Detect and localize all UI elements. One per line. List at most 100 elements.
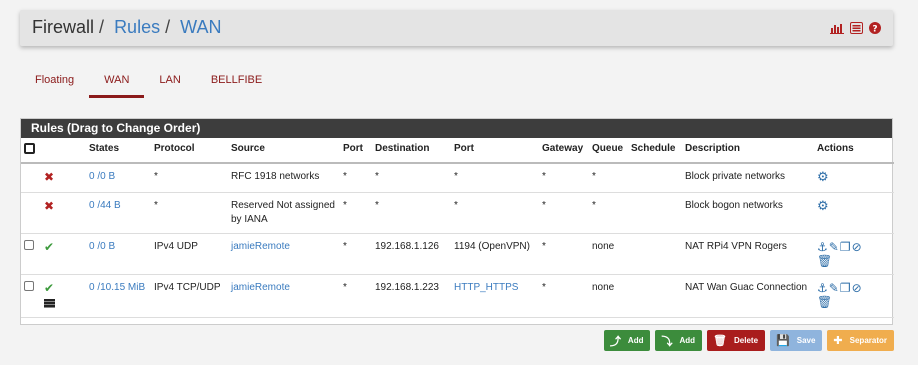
delete-icon[interactable]: 🗑 xyxy=(817,295,833,309)
tab-bellfibe[interactable]: BELLFIBE xyxy=(196,70,277,100)
delete-label: Delete xyxy=(734,336,759,345)
delete-button[interactable]: 🗑 Delete xyxy=(707,330,766,351)
source-header: Source xyxy=(228,138,340,164)
gateway-cell: * xyxy=(539,163,589,193)
schedule-header: Schedule xyxy=(628,138,682,164)
states-link[interactable]: 0 /0 B xyxy=(89,171,115,182)
breadcrumb: Firewall / Rules / WAN xyxy=(32,17,221,38)
breadcrumb-separator: / xyxy=(165,17,171,37)
table-row[interactable]: ✔ 0 /0 B IPv4 UDP jamieRemote * 192.168.… xyxy=(21,233,894,275)
states-link[interactable]: 0 /44 B xyxy=(89,200,121,211)
gear-icon[interactable]: ⚙ xyxy=(817,198,829,213)
source-port-cell: * xyxy=(340,192,372,234)
description-header: Description xyxy=(682,138,814,164)
gateway-cell: * xyxy=(539,192,589,234)
select-all-checkbox[interactable] xyxy=(21,138,41,164)
protocol-cell: IPv4 TCP/UDP xyxy=(151,274,228,318)
status-header xyxy=(41,138,86,164)
row-checkbox[interactable] xyxy=(24,281,34,291)
table-row[interactable]: ✔ 0 /10.15 MiB IPv4 TCP/UDP jamieRemote … xyxy=(21,274,894,318)
description-cell: NAT RPi4 VPN Rogers xyxy=(682,233,814,275)
gateway-header: Gateway xyxy=(539,138,589,164)
separator-button[interactable]: ✚ Separator xyxy=(827,330,894,351)
source-port-cell: * xyxy=(340,233,372,275)
table-header-row: States Protocol Source Port Destination … xyxy=(21,138,894,164)
destination-port-alias-link[interactable]: HTTP_HTTPS xyxy=(454,282,518,293)
trash-icon: 🗑 xyxy=(713,335,728,347)
destination-cell: 192.168.1.223 xyxy=(372,274,451,318)
save-label: Save xyxy=(796,336,816,345)
tab-floating[interactable]: Floating xyxy=(20,70,89,100)
pass-icon: ✔ xyxy=(41,233,86,275)
rules-table: States Protocol Source Port Destination … xyxy=(21,138,894,318)
queue-cell: * xyxy=(589,192,628,234)
anchor-icon[interactable]: ⚓ xyxy=(817,240,829,254)
tab-lan[interactable]: LAN xyxy=(144,70,195,100)
description-cell: NAT Wan Guac Connection xyxy=(682,274,814,318)
queue-cell: * xyxy=(589,163,628,193)
source-alias-link[interactable]: jamieRemote xyxy=(231,282,290,293)
row-checkbox-cell xyxy=(21,192,41,234)
table-row[interactable]: ✖ 0 /0 B * RFC 1918 networks * * * * * B… xyxy=(21,163,894,193)
description-cell: Block bogon networks xyxy=(682,192,814,234)
destination-cell: 192.168.1.126 xyxy=(372,233,451,275)
tab-wan[interactable]: WAN xyxy=(89,70,145,100)
disable-icon[interactable]: ⊘ xyxy=(852,281,863,295)
save-icon: 💾 xyxy=(776,335,790,347)
add-bottom-label: Add xyxy=(679,336,696,345)
schedule-cell xyxy=(628,274,682,318)
queue-header: Queue xyxy=(589,138,628,164)
row-checkbox-cell xyxy=(21,163,41,193)
schedule-cell xyxy=(628,163,682,193)
list-icon[interactable] xyxy=(850,21,863,39)
plus-icon: ✚ xyxy=(833,335,843,347)
arrow-down-icon: ⤵ xyxy=(661,335,673,348)
schedule-cell xyxy=(628,233,682,275)
gateway-cell: * xyxy=(539,274,589,318)
anchor-icon[interactable]: ⚓ xyxy=(817,281,829,295)
protocol-cell: * xyxy=(151,192,228,234)
schedule-cell xyxy=(628,192,682,234)
queue-cell: none xyxy=(589,233,628,275)
states-header: States xyxy=(86,138,151,164)
protocol-cell: * xyxy=(151,163,228,193)
copy-icon[interactable]: ❐ xyxy=(840,281,852,295)
gear-icon[interactable]: ⚙ xyxy=(817,169,829,184)
source-port-cell: * xyxy=(340,163,372,193)
row-checkbox[interactable] xyxy=(24,240,34,250)
save-button[interactable]: 💾 Save xyxy=(770,330,823,351)
edit-icon[interactable]: ✎ xyxy=(829,281,840,295)
delete-icon[interactable]: 🗑 xyxy=(817,254,833,268)
queue-cell: none xyxy=(589,274,628,318)
interface-tabs: Floating WAN LAN BELLFIBE xyxy=(20,70,277,100)
page-header: Firewall / Rules / WAN ? xyxy=(20,10,893,46)
help-icon[interactable]: ? xyxy=(869,21,881,39)
add-top-label: Add xyxy=(627,336,644,345)
source-port-header: Port xyxy=(340,138,372,164)
add-bottom-button[interactable]: ⤵ Add xyxy=(655,330,703,351)
description-cell: Block private networks xyxy=(682,163,814,193)
disable-icon[interactable]: ⊘ xyxy=(852,240,863,254)
bar-chart-icon[interactable] xyxy=(830,21,844,39)
edit-icon[interactable]: ✎ xyxy=(829,240,840,254)
header-icons: ? xyxy=(830,21,881,39)
breadcrumb-rules-link[interactable]: Rules xyxy=(114,17,160,37)
source-alias-link[interactable]: jamieRemote xyxy=(231,241,290,252)
add-top-button[interactable]: ⤴ Add xyxy=(603,330,651,351)
rules-panel: Rules (Drag to Change Order) States Prot… xyxy=(20,118,894,325)
pass-icon: ✔ xyxy=(44,281,55,295)
breadcrumb-separator: / xyxy=(99,17,105,37)
states-link[interactable]: 0 /0 B xyxy=(89,241,115,252)
actions-header: Actions xyxy=(814,138,894,164)
destination-port-cell: 1194 (OpenVPN) xyxy=(451,233,539,275)
table-row[interactable]: ✖ 0 /44 B * Reserved Not assigned by IAN… xyxy=(21,192,894,234)
block-icon: ✖ xyxy=(41,163,86,193)
protocol-header: Protocol xyxy=(151,138,228,164)
source-cell: RFC 1918 networks xyxy=(228,163,340,193)
copy-icon[interactable]: ❐ xyxy=(840,240,852,254)
breadcrumb-wan-link[interactable]: WAN xyxy=(180,17,221,37)
arrow-up-icon: ⤴ xyxy=(609,335,621,348)
destination-cell: * xyxy=(372,192,451,234)
action-buttons: ⤴ Add ⤵ Add 🗑 Delete 💾 Save ✚ Separator xyxy=(603,330,894,351)
states-link[interactable]: 0 /10.15 MiB xyxy=(89,282,145,293)
